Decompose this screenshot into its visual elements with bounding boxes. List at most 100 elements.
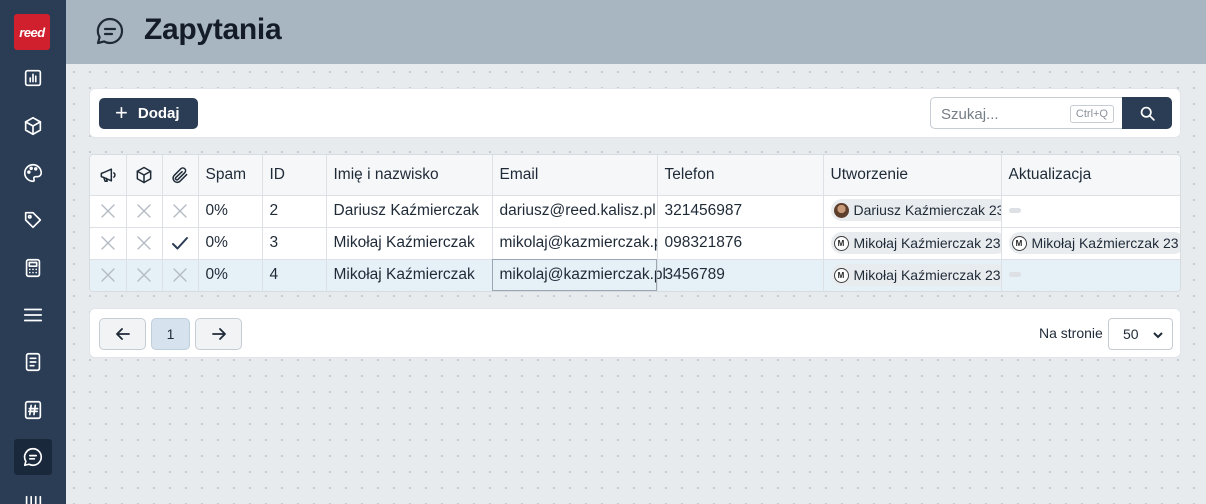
user-chip[interactable]: M Mikołaj Kaźmierczak 23 — [830, 232, 1001, 254]
add-button[interactable]: + Dodaj — [99, 98, 198, 129]
prev-page-button[interactable] — [99, 318, 146, 350]
sidebar-item-products[interactable] — [14, 108, 52, 144]
cell-name: Mikołaj Kaźmierczak — [326, 259, 493, 291]
per-page-select[interactable]: 50 — [1108, 318, 1173, 350]
columns-icon — [25, 495, 42, 504]
avatar: M — [833, 267, 849, 283]
cell-id: 2 — [262, 195, 327, 228]
pagination: 1 Na stronie 50 — [89, 308, 1181, 358]
cell-spam: 0% — [198, 259, 263, 291]
chat-icon — [94, 15, 126, 47]
user-chip-label: Mikołaj Kaźmierczak 23 — [1031, 235, 1179, 251]
cell-updated: M Mikołaj Kaźmierczak 23 — [1001, 227, 1180, 260]
x-icon — [173, 204, 187, 218]
search-input[interactable] — [941, 104, 1061, 124]
search-field: Ctrl+Q — [930, 97, 1122, 129]
cell-email[interactable]: mikolaj@kazmierczak.pl — [492, 259, 666, 291]
sidebar-item-calculator[interactable] — [14, 250, 52, 286]
sidebar-item-menu[interactable] — [14, 297, 52, 333]
flag-attachment-yes — [162, 227, 199, 260]
table-header-row: Spam ID Imię i nazwisko Email Telefon Ut… — [90, 155, 1180, 196]
user-chip-label: Dariusz Kaźmierczak 23 — [853, 202, 1001, 219]
avatar: M — [1011, 235, 1027, 251]
sidebar-item-columns[interactable] — [14, 486, 52, 504]
flag-product-no — [126, 227, 163, 260]
user-chip[interactable]: Dariusz Kaźmierczak 23 — [830, 199, 1001, 222]
x-icon — [137, 204, 151, 218]
sidebar-item-chart[interactable] — [14, 60, 52, 96]
per-page-label: Na stronie — [1039, 325, 1103, 341]
table-row[interactable]: 0% 2 Dariusz Kaźmierczak dariusz@reed.ka… — [90, 195, 1180, 228]
sidebar-item-inquiries[interactable] — [14, 439, 52, 475]
sidebar-item-palette[interactable] — [14, 155, 52, 191]
x-icon — [137, 268, 151, 282]
avatar: M — [833, 235, 849, 251]
x-icon — [101, 236, 115, 250]
next-page-button[interactable] — [195, 318, 242, 350]
cell-created: M Mikołaj Kaźmierczak 23 — [823, 227, 1002, 260]
cell-id: 3 — [262, 227, 327, 260]
chat-icon — [23, 447, 42, 467]
cell-spam: 0% — [198, 227, 263, 260]
per-page-value: 50 — [1123, 326, 1139, 342]
column-header-email[interactable]: Email — [492, 155, 658, 196]
cell-phone: 3456789 — [657, 259, 824, 291]
cell-created: M Mikołaj Kaźmierczak 23 — [823, 259, 1002, 291]
column-header-phone[interactable]: Telefon — [657, 155, 824, 196]
search-icon — [1140, 106, 1155, 121]
menu-icon — [23, 308, 43, 322]
cell-id: 4 — [262, 259, 327, 291]
user-chip-label: Mikołaj Kaźmierczak 23 — [853, 235, 1001, 251]
search-shortcut-hint: Ctrl+Q — [1069, 105, 1114, 123]
flag-product-no — [126, 259, 163, 291]
add-button-label: Dodaj — [137, 105, 180, 122]
page-title: Zapytania — [144, 13, 282, 46]
check-icon — [172, 237, 188, 250]
column-header-campaign[interactable] — [90, 155, 127, 196]
paperclip-icon — [172, 166, 188, 183]
cell-created: Dariusz Kaźmierczak 23 — [823, 195, 1002, 228]
column-header-spam[interactable]: Spam — [198, 155, 263, 196]
sidebar-item-hash[interactable] — [14, 392, 52, 428]
empty-indicator — [1008, 208, 1021, 214]
x-icon — [173, 268, 187, 282]
palette-icon — [24, 163, 43, 183]
page-button-current[interactable]: 1 — [151, 318, 190, 350]
x-icon — [101, 268, 115, 282]
user-chip[interactable]: M Mikołaj Kaźmierczak 23 — [830, 264, 1001, 286]
box-icon — [136, 166, 152, 183]
sidebar: reed — [0, 0, 66, 504]
cell-email: mikolaj@kazmierczak.pl — [492, 227, 658, 260]
cell-name: Dariusz Kaźmierczak — [326, 195, 493, 228]
cell-spam: 0% — [198, 195, 263, 228]
box-icon — [24, 116, 42, 136]
table-row[interactable]: 0% 3 Mikołaj Kaźmierczak mikolaj@kazmier… — [90, 227, 1180, 260]
column-header-attachment[interactable] — [162, 155, 199, 196]
toolbar: + Dodaj Ctrl+Q — [89, 88, 1181, 138]
column-header-updated[interactable]: Aktualizacja — [1001, 155, 1180, 196]
flag-product-no — [126, 195, 163, 228]
user-chip-label: Mikołaj Kaźmierczak 23 — [853, 267, 1001, 283]
x-icon — [137, 236, 151, 250]
arrow-right-icon — [211, 328, 226, 340]
reed-logo[interactable]: reed — [14, 14, 50, 50]
sidebar-item-documents[interactable] — [14, 344, 52, 380]
avatar — [833, 202, 849, 218]
arrow-left-icon — [115, 328, 130, 340]
flag-campaign-no — [90, 259, 127, 291]
flag-campaign-no — [90, 227, 127, 260]
chevron-down-icon — [1153, 332, 1163, 339]
column-header-created[interactable]: Utworzenie — [823, 155, 1002, 196]
flag-campaign-no — [90, 195, 127, 228]
sidebar-item-tags[interactable] — [14, 202, 52, 238]
cell-updated — [1001, 195, 1180, 228]
cell-phone: 098321876 — [657, 227, 824, 260]
table-row[interactable]: 0% 4 Mikołaj Kaźmierczak mikolaj@kazmier… — [90, 259, 1180, 291]
column-header-name[interactable]: Imię i nazwisko — [326, 155, 493, 196]
x-icon — [101, 204, 115, 218]
search-button[interactable] — [1122, 97, 1172, 129]
column-header-product[interactable] — [126, 155, 163, 196]
document-icon — [25, 352, 41, 372]
column-header-id[interactable]: ID — [262, 155, 327, 196]
user-chip[interactable]: M Mikołaj Kaźmierczak 23 — [1008, 232, 1180, 254]
